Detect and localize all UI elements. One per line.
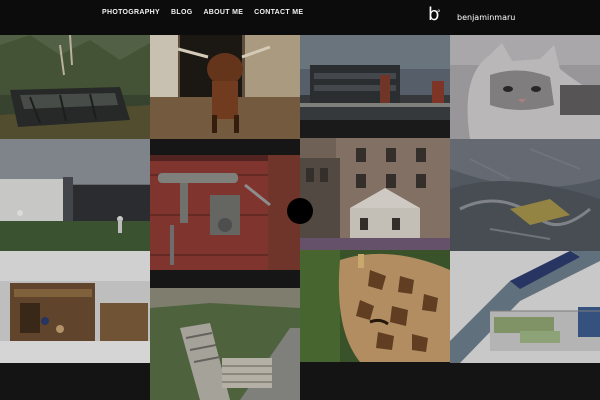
site-logo[interactable]: b °	[428, 6, 442, 24]
gallery-tile-empty-4	[450, 363, 600, 400]
gallery-tile-longhorn[interactable]	[150, 35, 300, 139]
main-nav: PHOTOGRAPHY BLOG ABOUT ME CONTACT ME	[102, 9, 303, 16]
gallery-gap	[300, 120, 450, 138]
gallery-tile-empty-1	[0, 363, 150, 400]
gallery-tile-greenhouse-render[interactable]	[450, 251, 600, 363]
nav-contact-me-link[interactable]: CONTACT ME	[254, 9, 303, 16]
gallery-gap	[150, 270, 300, 288]
gallery-tile-modern-building[interactable]	[300, 35, 450, 120]
loading-indicator-dot	[287, 198, 313, 224]
old-brick-building-photo	[300, 138, 450, 250]
abandoned-boat-photo	[0, 35, 150, 139]
greenhouse-render-photo	[450, 251, 600, 363]
playground-render-photo	[0, 251, 150, 363]
gallery-tile-old-brick-building[interactable]	[300, 138, 450, 250]
rusty-gate-latch-photo	[150, 155, 300, 270]
gallery-tile-giraffe[interactable]	[300, 250, 450, 362]
longhorn-cattle-photo	[150, 35, 300, 139]
architecture-render-photo	[0, 139, 150, 251]
site-name[interactable]: benjaminmaru	[457, 13, 515, 22]
wooden-bench-photo	[150, 288, 300, 400]
gallery-tile-wooden-bench[interactable]	[150, 288, 300, 400]
gallery-tile-architecture-render[interactable]	[0, 139, 150, 251]
abstract-glass-photo	[450, 139, 600, 251]
gallery-gap	[150, 139, 300, 155]
gallery-tile-cat[interactable]	[450, 35, 600, 139]
cat-photo	[450, 35, 600, 139]
modern-building-photo	[300, 35, 450, 120]
nav-photography-link[interactable]: PHOTOGRAPHY	[102, 9, 160, 16]
gallery-tile-abstract-glass[interactable]	[450, 139, 600, 251]
top-navigation-bar: PHOTOGRAPHY BLOG ABOUT ME CONTACT ME b ° …	[0, 0, 600, 35]
giraffe-photo	[300, 250, 450, 362]
nav-about-me-link[interactable]: ABOUT ME	[203, 9, 243, 16]
gallery-tile-playground-render[interactable]	[0, 251, 150, 363]
gallery-tile-rusty-latch[interactable]	[150, 155, 300, 270]
logo-mark: °	[437, 9, 441, 17]
gallery-tile-abandoned-boat[interactable]	[0, 35, 150, 139]
nav-blog-link[interactable]: BLOG	[171, 9, 192, 16]
gallery-tile-empty-3	[300, 362, 450, 400]
